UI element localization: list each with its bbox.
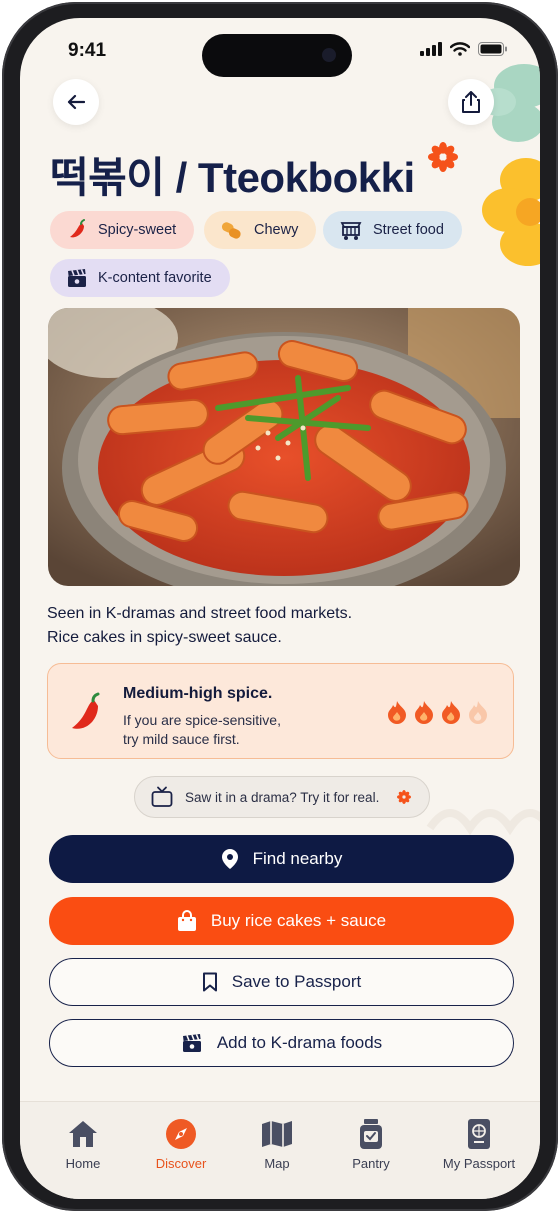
clapperboard-icon (182, 1034, 201, 1052)
tab-label: My Passport (442, 1156, 516, 1171)
bottom-tab-bar: Home Discover Map Pantry My Passport (20, 1101, 540, 1199)
chili-icon (72, 692, 100, 729)
status-time: 9:41 (68, 40, 107, 61)
dish-photo (48, 308, 520, 586)
description-line: Rice cakes in spicy-sweet sauce. (47, 629, 282, 646)
wave-pattern-decoration (426, 809, 540, 836)
spice-advice: If you are spice-sensitive, try mild sau… (123, 711, 281, 749)
tag-spicy-sweet[interactable]: Spicy-sweet (50, 211, 195, 249)
tab-pantry[interactable]: Pantry (326, 1118, 416, 1171)
location-pin-icon (221, 849, 238, 869)
tag-label: K-content favorite (98, 270, 212, 286)
tag-chewy[interactable]: Chewy (204, 211, 317, 249)
tab-map[interactable]: Map (232, 1118, 322, 1171)
dynamic-island (202, 34, 352, 77)
share-icon (462, 91, 480, 113)
food-cart-icon (340, 222, 362, 240)
button-label: Add to K-drama foods (216, 1033, 383, 1052)
passport-icon (468, 1119, 490, 1149)
find-nearby-button[interactable]: Find nearby (49, 835, 514, 883)
status-icons (420, 42, 508, 56)
pantry-jar-icon (360, 1119, 382, 1149)
tab-home[interactable]: Home (38, 1118, 128, 1171)
spice-advice-line: If you are spice-sensitive, (123, 712, 281, 728)
flower-icon (397, 790, 412, 804)
rice-cake-icon (221, 222, 241, 239)
button-label: Buy rice cakes + sauce (210, 911, 387, 930)
button-label: Save to Passport (231, 972, 362, 991)
flame-icon (415, 701, 433, 724)
home-icon (69, 1121, 97, 1147)
dish-description: Seen in K-dramas and street food markets… (47, 602, 352, 650)
save-to-passport-button[interactable]: Save to Passport (49, 958, 514, 1006)
tag-label: Street food (373, 222, 444, 238)
tag-k-content-favorite[interactable]: K-content favorite (50, 259, 230, 297)
flame-icon (388, 701, 406, 724)
compass-icon (166, 1119, 196, 1149)
wifi-icon (450, 42, 470, 56)
clapperboard-icon (68, 269, 86, 287)
phone-frame: 9:41 떡볶이 / Tteokbokki Spicy-sweet Chewy … (2, 2, 558, 1211)
drama-prompt-text: Saw it in a drama? Try it for real. (185, 789, 380, 805)
tab-label: Home (65, 1156, 101, 1171)
add-to-kdrama-foods-button[interactable]: Add to K-drama foods (49, 1019, 514, 1067)
dish-name: 떡볶이 / Tteokbokki (50, 154, 415, 201)
flame-icon (442, 701, 460, 724)
chili-icon (70, 219, 85, 238)
flame-outline-icon (469, 701, 487, 724)
button-label: Find nearby (252, 849, 343, 868)
battery-icon (478, 42, 507, 56)
shopping-bag-icon (177, 910, 196, 931)
tab-label: Map (264, 1156, 290, 1171)
tab-my-passport[interactable]: My Passport (434, 1118, 524, 1171)
spice-advice-line: try mild sauce first. (123, 731, 240, 747)
tag-label: Chewy (254, 222, 299, 238)
app-screen: 9:41 떡볶이 / Tteokbokki Spicy-sweet Chewy … (20, 18, 540, 1199)
spice-rating (386, 700, 489, 724)
flower-icon (427, 142, 458, 172)
tab-discover[interactable]: Discover (136, 1118, 226, 1171)
back-button[interactable] (53, 79, 99, 125)
bookmark-icon (202, 972, 217, 992)
yellow-flower-decoration (482, 158, 540, 266)
tag-street-food[interactable]: Street food (323, 211, 462, 249)
spice-level-card: Medium-high spice. If you are spice-sens… (47, 663, 514, 759)
tag-label: Spicy-sweet (98, 222, 177, 238)
arrow-left-icon (67, 94, 85, 110)
map-icon (262, 1121, 292, 1147)
page-title: 떡볶이 / Tteokbokki (50, 142, 458, 205)
spice-title: Medium-high spice. (123, 685, 273, 702)
description-line: Seen in K-dramas and street food markets… (47, 605, 353, 622)
signal-icon (420, 42, 442, 56)
tv-icon (151, 786, 173, 807)
buy-ingredients-button[interactable]: Buy rice cakes + sauce (49, 897, 514, 945)
share-button[interactable] (448, 79, 494, 125)
drama-prompt-pill[interactable]: Saw it in a drama? Try it for real. (134, 776, 430, 818)
tab-label: Discover (155, 1156, 207, 1171)
tab-label: Pantry (352, 1156, 390, 1171)
